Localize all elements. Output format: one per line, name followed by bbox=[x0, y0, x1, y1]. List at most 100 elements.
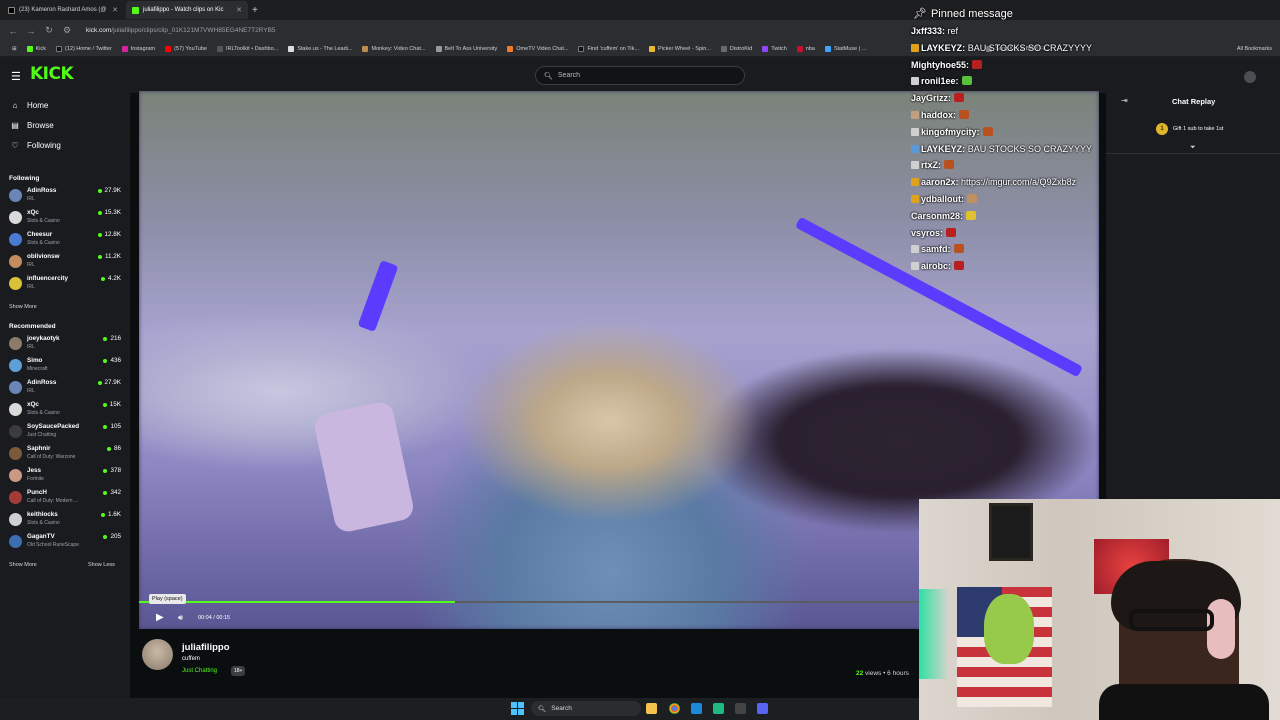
nav-home[interactable]: ⌂ Home bbox=[10, 101, 49, 110]
chat-username[interactable]: kingofmycity: bbox=[921, 127, 980, 137]
discord-icon[interactable] bbox=[757, 703, 768, 714]
nav-browse[interactable]: ▤ Browse bbox=[10, 121, 53, 130]
sidebar-channel[interactable]: influencercity IRL 4.2K bbox=[9, 274, 121, 294]
kick-logo[interactable]: KICK bbox=[30, 64, 74, 84]
sidebar-channel[interactable]: xQc Slots & Casino 15.3K bbox=[9, 208, 121, 228]
sidebar-channel[interactable]: Simo Minecraft 436 bbox=[9, 356, 121, 376]
show-more-button[interactable]: Show More bbox=[9, 304, 37, 310]
chat-text: ref bbox=[945, 26, 959, 36]
collapse-chat-icon[interactable]: ⇥ bbox=[1121, 96, 1128, 105]
search-input[interactable] bbox=[557, 72, 728, 79]
address-bar: ← → ↻ ⚙ kick.com/juliafilippo/clips/clip… bbox=[0, 20, 1280, 41]
obs-icon[interactable] bbox=[735, 703, 746, 714]
menu-icon[interactable]: ☰ bbox=[11, 70, 21, 83]
channel-name: Saphnir bbox=[27, 445, 51, 452]
channel-avatar bbox=[9, 425, 22, 438]
gift-badge-icon: 1 bbox=[1156, 123, 1168, 135]
chat-username[interactable]: Jxff333: bbox=[911, 26, 945, 36]
bookmark[interactable]: Find 'cuffem' on Tik... bbox=[574, 45, 643, 52]
bookmark[interactable]: Twitch bbox=[758, 45, 791, 52]
url-field[interactable]: kick.com/juliafilippo/clips/clip_01K121M… bbox=[86, 27, 276, 34]
chat-username[interactable]: haddox: bbox=[921, 110, 956, 120]
chat-username[interactable]: Mightyhoe55: bbox=[911, 60, 969, 70]
sidebar-channel[interactable]: Cheesur Slots & Casino 12.8K bbox=[9, 230, 121, 250]
chat-message: rtxZ: bbox=[911, 160, 954, 170]
sidebar-channel[interactable]: keithlocks Slots & Casino 1.6K bbox=[9, 510, 121, 530]
bookmark[interactable]: (57) YouTube bbox=[161, 45, 211, 52]
file-explorer-icon[interactable] bbox=[646, 703, 657, 714]
browser-tab[interactable]: (23) Kameron Rashard Amos (@ ✕ bbox=[2, 1, 124, 19]
user-avatar[interactable] bbox=[1244, 71, 1256, 83]
sidebar-channel[interactable]: joeykaotyk IRL 216 bbox=[9, 334, 121, 354]
sidebar-channel[interactable]: AdinRoss IRL 27.9K bbox=[9, 378, 121, 398]
chat-badge-icon bbox=[911, 262, 919, 271]
taskbar-search[interactable]: 🔍︎ Search bbox=[531, 701, 641, 716]
sidebar: ⌂ Home ▤ Browse ♡ Following Following Ad… bbox=[0, 93, 130, 703]
chat-username[interactable]: Carsonm28: bbox=[911, 211, 963, 221]
sidebar-channel[interactable]: SoySaucePacked Just Chatting 105 bbox=[9, 422, 121, 442]
sidebar-channel[interactable]: Jess Fortnite 378 bbox=[9, 466, 121, 486]
volume-icon[interactable]: 🔊︎ bbox=[178, 613, 183, 623]
chat-username[interactable]: aaron2x: bbox=[921, 177, 959, 187]
bookmark[interactable]: Belt To Ass University bbox=[432, 45, 502, 52]
nav-following[interactable]: ♡ Following bbox=[10, 141, 60, 150]
chat-message: JayGrizz: bbox=[911, 93, 965, 103]
chat-username[interactable]: LAYKEYZ: bbox=[921, 144, 965, 154]
browser-tab-active[interactable]: juliafilippo - Watch clips on Kic ✕ bbox=[126, 1, 248, 19]
channel-name: Simo bbox=[27, 357, 43, 364]
gift-sub-prompt[interactable]: Gift 1 sub to take 1st bbox=[1173, 126, 1223, 132]
bookmark[interactable]: Picker Wheel - Spin... bbox=[645, 45, 715, 52]
bookmark[interactable]: Kick bbox=[23, 45, 50, 52]
channel-category: Slots & Casino bbox=[27, 240, 60, 246]
chat-username[interactable]: rtxZ: bbox=[921, 160, 941, 170]
view-count: 22 views • 6 hours bbox=[856, 670, 909, 677]
bookmark[interactable]: IRLToolkit • Dashbo... bbox=[213, 45, 282, 52]
windows-start-icon[interactable] bbox=[511, 702, 524, 715]
sidebar-channel[interactable]: Saphnir Call of Duty: Warzone 86 bbox=[9, 444, 121, 464]
bookmark[interactable]: Monkey: Video Chat... bbox=[358, 45, 429, 52]
all-bookmarks-button[interactable]: All Bookmarks bbox=[1237, 46, 1272, 52]
chat-username[interactable]: JayGrizz: bbox=[911, 93, 951, 103]
reload-icon[interactable]: ↻ bbox=[44, 25, 54, 36]
close-icon[interactable]: ✕ bbox=[236, 6, 242, 14]
bookmark[interactable]: nba bbox=[793, 45, 819, 52]
bookmark[interactable]: Instagram bbox=[118, 45, 159, 52]
bookmark[interactable]: (12) Home / Twitter bbox=[52, 45, 116, 52]
chat-username[interactable]: ydballout: bbox=[921, 194, 964, 204]
back-icon[interactable]: ← bbox=[8, 26, 18, 36]
chat-username[interactable]: vsyros: bbox=[911, 228, 943, 238]
bookmark[interactable]: DistroKid bbox=[717, 45, 756, 52]
chat-username[interactable]: samfd: bbox=[921, 244, 951, 254]
new-tab-button[interactable]: + bbox=[252, 5, 258, 16]
bookmark[interactable]: Stake.us - The Leadi... bbox=[284, 45, 356, 52]
apps-icon[interactable]: ⊞ bbox=[8, 46, 21, 52]
chrome-icon[interactable] bbox=[669, 703, 680, 714]
sidebar-channel[interactable]: xQc Slots & Casino 15K bbox=[9, 400, 121, 420]
category-link[interactable]: Just Chatting bbox=[182, 668, 217, 674]
bookmark[interactable]: OmeTV Video Chat... bbox=[503, 45, 572, 52]
sidebar-channel[interactable]: GaganTV Old School RuneScape 205 bbox=[9, 532, 121, 552]
site-info-icon[interactable]: ⚙ bbox=[62, 25, 72, 36]
search-bar[interactable]: 🔍︎ bbox=[535, 66, 745, 85]
sidebar-channel[interactable]: PuncH Call of Duty: Modern ... 342 bbox=[9, 488, 121, 508]
show-less-button[interactable]: Show Less bbox=[88, 562, 115, 568]
live-dot-icon bbox=[103, 358, 108, 363]
chat-username[interactable]: airobc: bbox=[921, 261, 951, 271]
play-button[interactable]: ▶ bbox=[156, 612, 164, 623]
bookmark[interactable]: StatMuse | ... bbox=[821, 45, 870, 52]
close-icon[interactable]: ✕ bbox=[112, 6, 118, 14]
kick-app-icon[interactable] bbox=[713, 703, 724, 714]
sidebar-channel[interactable]: oblivionsw IRL 11.2K bbox=[9, 252, 121, 272]
chevron-down-icon[interactable]: ⏷ bbox=[1190, 144, 1196, 152]
tab-title: juliafilippo - Watch clips on Kic bbox=[143, 7, 224, 13]
sidebar-channel[interactable]: AdinRoss IRL 27.9K bbox=[9, 186, 121, 206]
show-more-button[interactable]: Show More bbox=[9, 562, 37, 568]
channel-avatar[interactable] bbox=[142, 639, 173, 670]
chat-username[interactable]: LAYKEYZ: bbox=[921, 43, 965, 53]
steam-icon[interactable] bbox=[691, 703, 702, 714]
chat-username[interactable]: ronil1ee: bbox=[921, 76, 959, 86]
emote-icon bbox=[961, 76, 972, 86]
channel-name[interactable]: juliafilippo bbox=[182, 642, 230, 653]
forward-icon[interactable]: → bbox=[26, 26, 36, 36]
chat-message: kingofmycity: bbox=[911, 126, 993, 137]
